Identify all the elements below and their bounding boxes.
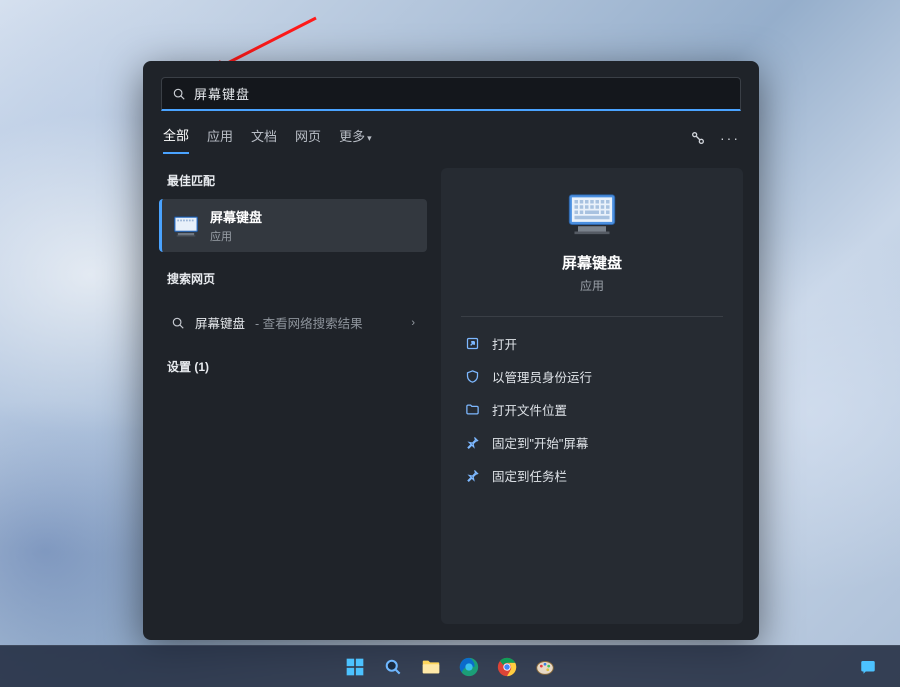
taskbar-search-button[interactable] — [377, 651, 409, 683]
detail-subtitle: 应用 — [580, 277, 604, 294]
action-open-file-location[interactable]: 打开文件位置 — [455, 393, 729, 426]
action-pin-to-start-label: 固定到"开始"屏幕 — [492, 433, 588, 452]
connector-icon[interactable] — [689, 129, 707, 147]
filter-tabs: 全部 应用 文档 网页 更多▾ ··· — [143, 111, 759, 154]
shield-icon — [465, 369, 480, 384]
action-pin-to-taskbar-label: 固定到任务栏 — [492, 466, 567, 485]
web-search-term: 屏幕键盘 — [195, 313, 245, 332]
detail-pane: 屏幕键盘 应用 打开 以管理员身份运行 打开文件位置 — [441, 168, 743, 624]
best-match-item[interactable]: 屏幕键盘 应用 — [159, 199, 427, 252]
taskbar-notification-button[interactable] — [852, 651, 884, 683]
action-run-as-admin-label: 以管理员身份运行 — [492, 367, 592, 386]
pin-icon — [465, 435, 480, 450]
web-search-suffix: - 查看网络搜索结果 — [255, 313, 363, 332]
taskbar-chrome[interactable] — [491, 651, 523, 683]
pin-icon — [465, 468, 480, 483]
search-box[interactable] — [161, 77, 741, 111]
settings-section-label: 设置 (1) — [159, 342, 427, 381]
chevron-right-icon: › — [411, 317, 415, 329]
search-web-label: 搜索网页 — [159, 266, 427, 297]
onscreen-keyboard-icon-large — [564, 186, 620, 242]
onscreen-keyboard-icon — [172, 212, 200, 240]
taskbar-start-button[interactable] — [339, 651, 371, 683]
action-open-file-location-label: 打开文件位置 — [492, 400, 567, 419]
tab-all[interactable]: 全部 — [163, 121, 189, 154]
tab-more[interactable]: 更多▾ — [339, 122, 372, 153]
action-run-as-admin[interactable]: 以管理员身份运行 — [455, 360, 729, 393]
search-input[interactable] — [194, 86, 730, 101]
search-icon — [171, 316, 185, 330]
results-column: 最佳匹配 屏幕键盘 应用 搜索网页 — [159, 168, 427, 624]
more-options-icon[interactable]: ··· — [721, 129, 739, 147]
taskbar — [0, 645, 900, 687]
best-match-title: 屏幕键盘 — [210, 207, 262, 226]
open-icon — [465, 336, 480, 351]
start-search-panel: 全部 应用 文档 网页 更多▾ ··· 最佳匹配 — [143, 61, 759, 640]
web-search-item[interactable]: 屏幕键盘 - 查看网络搜索结果 › — [159, 303, 427, 342]
action-pin-to-start[interactable]: 固定到"开始"屏幕 — [455, 426, 729, 459]
best-match-label: 最佳匹配 — [159, 168, 427, 199]
best-match-subtitle: 应用 — [210, 228, 262, 244]
detail-title: 屏幕键盘 — [562, 252, 622, 273]
tab-apps[interactable]: 应用 — [207, 122, 233, 153]
taskbar-paint[interactable] — [529, 651, 561, 683]
action-open-label: 打开 — [492, 334, 517, 353]
action-open[interactable]: 打开 — [455, 327, 729, 360]
separator — [461, 316, 723, 317]
taskbar-edge[interactable] — [453, 651, 485, 683]
folder-icon — [465, 402, 480, 417]
tab-web[interactable]: 网页 — [295, 122, 321, 153]
taskbar-file-explorer[interactable] — [415, 651, 447, 683]
action-pin-to-taskbar[interactable]: 固定到任务栏 — [455, 459, 729, 492]
tab-documents[interactable]: 文档 — [251, 122, 277, 153]
search-icon — [172, 87, 186, 101]
